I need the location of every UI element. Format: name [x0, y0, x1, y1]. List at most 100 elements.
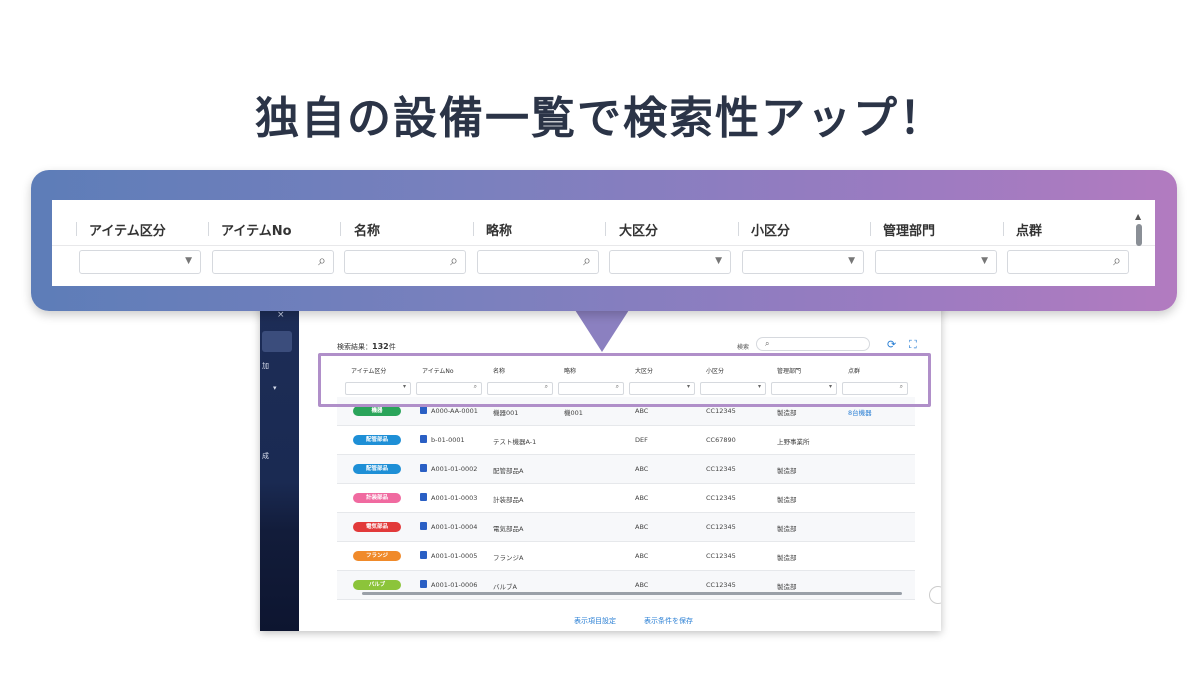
chevron-down-icon: ▼ [848, 256, 855, 266]
cell-major: DEF [635, 436, 648, 444]
document-icon[interactable] [420, 493, 427, 501]
filter-highlight-frame [318, 353, 931, 407]
column-separator [340, 222, 341, 236]
cell-abbr: 機001 [564, 409, 583, 417]
zoom-column-item-category[interactable]: アイテム区分 [89, 220, 166, 239]
zoom-filter-search[interactable]: ⌕ [477, 250, 599, 274]
cell-minor: CC67890 [706, 436, 736, 444]
scrollbar-thumb[interactable] [362, 592, 902, 595]
table-row[interactable]: フランジ A001-01-0005 フランジA ABC CC12345 製造部 [337, 542, 915, 571]
category-badge: 計装部品 [353, 493, 401, 503]
chevron-down-icon: ▼ [715, 256, 722, 266]
sidebar: × 加 ▾ 成 [260, 300, 299, 631]
cell-no: A001-01-0005 [431, 552, 478, 560]
chevron-down-icon[interactable]: ▾ [273, 384, 277, 392]
headline: 独自の設備一覧で検索性アップ！ [255, 93, 945, 144]
table-row[interactable]: 電気部品 A001-01-0004 電気部品A ABC CC12345 製造部 [337, 513, 915, 542]
result-number: 132 [372, 342, 389, 351]
cell-dept: 製造部 [777, 496, 797, 504]
cell-name: テスト機器A-1 [493, 438, 537, 446]
scrollbar-thumb[interactable] [1136, 224, 1142, 246]
search-icon: ⌕ [1113, 253, 1121, 269]
cell-minor: CC12345 [706, 523, 736, 531]
search-icon: ⌕ [583, 253, 591, 269]
cell-dept: 製造部 [777, 554, 797, 562]
cell-name: 配管部品A [493, 467, 524, 475]
scroll-top-button[interactable] [929, 586, 941, 604]
cell-major: ABC [635, 494, 649, 502]
zoom-column-points[interactable]: 点群 [1016, 220, 1042, 239]
cell-minor: CC12345 [706, 581, 736, 589]
document-icon[interactable] [420, 406, 427, 414]
zoom-filter-search[interactable]: ⌕ [1007, 250, 1129, 274]
cell-no: A001-01-0002 [431, 465, 478, 473]
cell-no: A001-01-0006 [431, 581, 478, 589]
zoom-column-abbr[interactable]: 略称 [486, 220, 512, 239]
horizontal-scrollbar[interactable] [324, 590, 915, 598]
document-icon[interactable] [420, 551, 427, 559]
zoomed-filter-header: アイテム区分 アイテムNo 名称 略称 大区分 小区分 管理部門 点群 ▼ ⌕ … [52, 200, 1155, 286]
cell-dept: 上野事業所 [777, 438, 810, 446]
search-icon: ⌕ [765, 339, 770, 348]
promo-page: 独自の設備一覧で検索性アップ！ × 加 ▾ 成 検索結果：132件 検索 ⌕ ⟳… [0, 0, 1200, 675]
cell-major: ABC [635, 523, 649, 531]
zoom-filter-search[interactable]: ⌕ [344, 250, 466, 274]
zoom-filter-select[interactable]: ▼ [742, 250, 864, 274]
scroll-up-icon[interactable]: ▲ [1135, 212, 1141, 221]
column-separator [76, 222, 77, 236]
cell-dept: 製造部 [777, 525, 797, 533]
table-row[interactable]: 配管部品 A001-01-0002 配管部品A ABC CC12345 製造部 [337, 455, 915, 484]
table-row[interactable]: 計装部品 A001-01-0003 計装部品A ABC CC12345 製造部 [337, 484, 915, 513]
chevron-down-icon: ▼ [185, 256, 192, 266]
callout-pointer [575, 310, 629, 352]
zoom-filter-select[interactable]: ▼ [875, 250, 997, 274]
cell-minor: CC12345 [706, 552, 736, 560]
sidebar-active-item[interactable] [262, 331, 292, 352]
fullscreen-icon[interactable]: ⛶ [909, 338, 917, 352]
chevron-down-icon: ▼ [981, 256, 988, 266]
zoom-column-major[interactable]: 大区分 [619, 220, 658, 239]
zoom-column-name[interactable]: 名称 [354, 220, 380, 239]
search-input[interactable]: ⌕ [756, 337, 870, 351]
document-icon[interactable] [420, 435, 427, 443]
document-icon[interactable] [420, 522, 427, 530]
cell-no: A000-AA-0001 [431, 407, 478, 415]
zoom-vertical-scrollbar[interactable]: ▲ [1134, 212, 1144, 252]
sidebar-item-label[interactable]: 加 [262, 361, 269, 371]
cell-dept: 製造部 [777, 467, 797, 475]
refresh-icon[interactable]: ⟳ [887, 338, 896, 351]
save-conditions-link[interactable]: 表示条件を保存 [644, 616, 693, 626]
document-icon[interactable] [420, 580, 427, 588]
sidebar-item-label[interactable]: 成 [262, 451, 269, 461]
cell-no: A001-01-0004 [431, 523, 478, 531]
cell-dept: 製造部 [777, 409, 797, 417]
close-icon[interactable]: × [277, 310, 285, 320]
cell-minor: CC12345 [706, 494, 736, 502]
zoom-filter-select[interactable]: ▼ [79, 250, 201, 274]
document-icon[interactable] [420, 464, 427, 472]
search-icon: ⌕ [318, 253, 326, 269]
category-badge: 配管部品 [353, 435, 401, 445]
cell-name: フランジA [493, 554, 524, 562]
column-separator [208, 222, 209, 236]
zoom-filter-select[interactable]: ▼ [609, 250, 731, 274]
table-row[interactable]: 配管部品 b-01-0001 テスト機器A-1 DEF CC67890 上野事業所 [337, 426, 915, 455]
column-separator [870, 222, 871, 236]
result-unit: 件 [388, 343, 396, 351]
zoom-column-minor[interactable]: 小区分 [751, 220, 790, 239]
cell-major: ABC [635, 581, 649, 589]
cell-points[interactable]: 8台機器 [848, 407, 872, 417]
zoom-column-item-no[interactable]: アイテムNo [221, 220, 292, 239]
column-separator [1003, 222, 1004, 236]
search-icon: ⌕ [450, 253, 458, 269]
display-settings-link[interactable]: 表示項目設定 [574, 616, 616, 626]
zoom-filter-search[interactable]: ⌕ [212, 250, 334, 274]
category-badge: 電気部品 [353, 522, 401, 532]
category-badge: 機器 [353, 406, 401, 416]
column-separator [605, 222, 606, 236]
zoom-column-dept[interactable]: 管理部門 [883, 220, 935, 239]
result-label: 検索結果： [337, 343, 372, 351]
column-separator [473, 222, 474, 236]
category-badge: 配管部品 [353, 464, 401, 474]
cell-minor: CC12345 [706, 407, 736, 415]
